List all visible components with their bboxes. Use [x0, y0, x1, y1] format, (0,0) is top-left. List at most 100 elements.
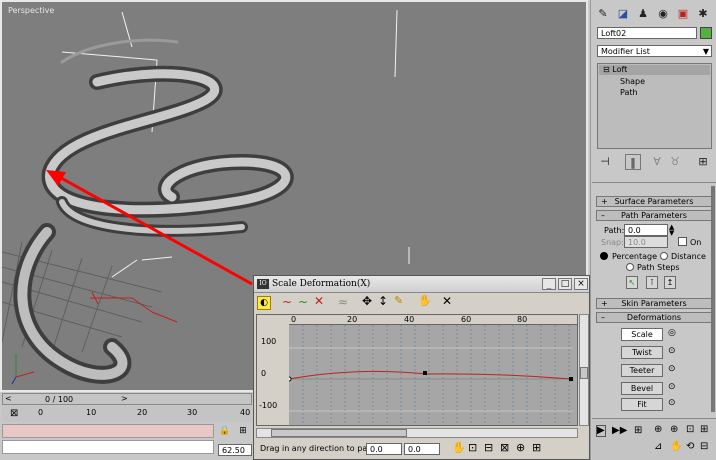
graph-horizontal-scrollbar[interactable]	[256, 428, 578, 438]
key-mode-icon[interactable]: ⊞	[634, 425, 642, 436]
rollout-deformations-label: Deformations	[626, 313, 682, 322]
twist-toggle-icon[interactable]: ⊙	[668, 346, 676, 356]
ruler-80: 80	[517, 315, 528, 324]
graph-vertical-scrollbar[interactable]	[579, 314, 589, 426]
display-xy-axes-icon[interactable]: ✕	[314, 294, 328, 308]
object-color-swatch[interactable]	[700, 27, 712, 39]
percentage-radio[interactable]	[600, 252, 608, 260]
tick-0: 0	[38, 408, 44, 417]
make-unique-icon[interactable]: ∀	[649, 154, 665, 170]
prev-frame-button[interactable]: <	[5, 394, 12, 403]
zoom-all-icon[interactable]: ⊕	[670, 424, 678, 435]
path-spinner[interactable]: ▲ ▼	[669, 224, 674, 237]
maxscript-listener-top[interactable]	[2, 424, 214, 438]
configure-modifier-sets-icon[interactable]: ⊞	[695, 154, 711, 170]
rollout-surface-parameters[interactable]: + Surface Parameters	[596, 196, 712, 207]
insert-corner-point-icon[interactable]: ✎	[394, 294, 408, 308]
scale-toggle-icon[interactable]: ◎	[668, 328, 676, 338]
teeter-button[interactable]: Teeter	[621, 364, 663, 377]
ruler: 0 20 40 60 80	[289, 315, 577, 325]
maxscript-listener-bottom[interactable]	[2, 440, 214, 454]
track-icon[interactable]: ⊠	[10, 408, 18, 419]
point-value-field[interactable]: 0.0	[404, 443, 440, 455]
path-value-field[interactable]: 0.0	[624, 224, 668, 236]
scale-deformation-dialog[interactable]: IO Scale Deformation(X) _ □ × ◐ ~ ~ ✕ ≈ …	[253, 275, 590, 460]
rollout-path-parameters[interactable]: – Path Parameters	[596, 210, 712, 221]
display-x-axis-icon[interactable]: ~	[282, 295, 296, 309]
zoom-horizontal-icon[interactable]: ⊟	[484, 441, 493, 454]
twist-button[interactable]: Twist	[621, 346, 663, 359]
zoom-region-icon[interactable]: ⊞	[532, 441, 541, 454]
display-tab-icon[interactable]: ▣	[675, 6, 691, 22]
zoom-view-icon[interactable]: ⊕	[654, 424, 662, 435]
create-tab-icon[interactable]: ✎	[595, 6, 611, 22]
make-symmetrical-icon[interactable]: ◐	[257, 296, 271, 310]
delete-control-point-icon[interactable]: ✕	[442, 294, 456, 308]
pan-view-icon[interactable]: ✋	[670, 441, 682, 452]
pick-shape-button[interactable]: ↖	[626, 276, 638, 289]
hierarchy-tab-icon[interactable]: ♟	[635, 6, 651, 22]
maximize-viewport-icon[interactable]: ⊟	[700, 441, 708, 452]
swap-curves-icon[interactable]: ≈	[338, 295, 352, 309]
modify-tab-icon[interactable]: ◪	[615, 6, 631, 22]
minimize-button[interactable]: _	[542, 278, 556, 290]
maximize-button[interactable]: □	[558, 278, 572, 290]
modifier-stack[interactable]: ⊟ Loft Shape Path	[597, 63, 712, 149]
close-button[interactable]: ×	[574, 278, 588, 290]
show-end-result-icon[interactable]: ‖	[625, 154, 641, 170]
distance-radio[interactable]	[660, 252, 668, 260]
stack-item-loft[interactable]: ⊟ Loft	[599, 65, 710, 75]
status-value-field[interactable]: 62.50	[218, 444, 252, 456]
remove-modifier-icon[interactable]: ♉	[667, 154, 683, 170]
motion-tab-icon[interactable]: ◉	[655, 6, 671, 22]
display-y-axis-icon[interactable]: ~	[298, 295, 312, 309]
ruler-0: 0	[291, 315, 297, 324]
pan-icon[interactable]: ✋	[452, 441, 466, 454]
fit-toggle-icon[interactable]: ⊙	[668, 398, 676, 408]
dialog-titlebar[interactable]: IO Scale Deformation(X) _ □ ×	[254, 276, 589, 293]
zoom-icon[interactable]: ⊕	[516, 441, 525, 454]
expand-icon[interactable]: ⊟	[603, 65, 612, 74]
h-scroll-thumb[interactable]	[271, 429, 407, 437]
rollout-skin-parameters[interactable]: + Skin Parameters	[596, 298, 712, 309]
move-control-point-icon[interactable]: ✥	[362, 294, 376, 308]
zoom-vertical-icon[interactable]: ⊠	[500, 441, 509, 454]
arc-rotate-icon[interactable]: ⟲	[686, 441, 694, 452]
path-steps-radio[interactable]	[626, 263, 634, 271]
zoom-extents-all-icon[interactable]: ⊞	[700, 424, 708, 435]
zoom-extents-icon[interactable]: ⊡	[468, 441, 477, 454]
lock-icon[interactable]: 🔒	[218, 426, 232, 438]
object-name-field[interactable]: Loft02	[597, 27, 697, 39]
stack-item-path[interactable]: Path	[620, 88, 638, 98]
scale-button[interactable]: Scale	[621, 328, 663, 341]
stack-item-shape[interactable]: Shape	[620, 77, 645, 87]
pan-hand-icon[interactable]: ✋	[418, 294, 432, 308]
point-position-field[interactable]: 0.0	[366, 443, 402, 455]
modifier-list-dropdown[interactable]: Modifier List ▼	[597, 45, 712, 57]
coordinate-icon[interactable]: ⊞	[236, 426, 250, 438]
rollout-deformations[interactable]: – Deformations	[596, 312, 712, 323]
fit-button[interactable]: Fit	[621, 398, 663, 411]
next-shape-button[interactable]: ↥	[664, 276, 676, 289]
previous-shape-button[interactable]: ⊺	[646, 276, 658, 289]
deformation-graph[interactable]: 100 0 -100 0 20 40 60 80	[256, 314, 578, 426]
next-key-icon[interactable]: ▶▶	[612, 425, 627, 436]
utilities-tab-icon[interactable]: ✱	[695, 6, 711, 22]
field-of-view-icon[interactable]: ⊿	[654, 441, 662, 452]
curve-plot[interactable]	[289, 325, 578, 426]
timeline-track[interactable]: ⊠ 0 10 20 30 40	[2, 406, 252, 422]
snap-value-field[interactable]: 10.0	[624, 236, 668, 248]
play-icon[interactable]: ▶	[596, 425, 606, 437]
scale-control-point-icon[interactable]: ↕	[378, 294, 392, 308]
bevel-button[interactable]: Bevel	[621, 382, 663, 395]
snap-on-checkbox[interactable]	[678, 237, 687, 246]
zoom-extents-view-icon[interactable]: ⊡	[686, 424, 694, 435]
time-slider[interactable]: < 0 / 100 >	[2, 393, 252, 405]
scroll-thumb[interactable]	[580, 367, 588, 379]
teeter-toggle-icon[interactable]: ⊙	[668, 364, 676, 374]
bevel-toggle-icon[interactable]: ⊙	[668, 382, 676, 392]
next-frame-button[interactable]: >	[121, 394, 128, 403]
viewport-label[interactable]: Perspective	[8, 6, 54, 15]
frame-label: 0 / 100	[45, 395, 74, 404]
pin-stack-icon[interactable]: ⊣	[597, 154, 613, 170]
